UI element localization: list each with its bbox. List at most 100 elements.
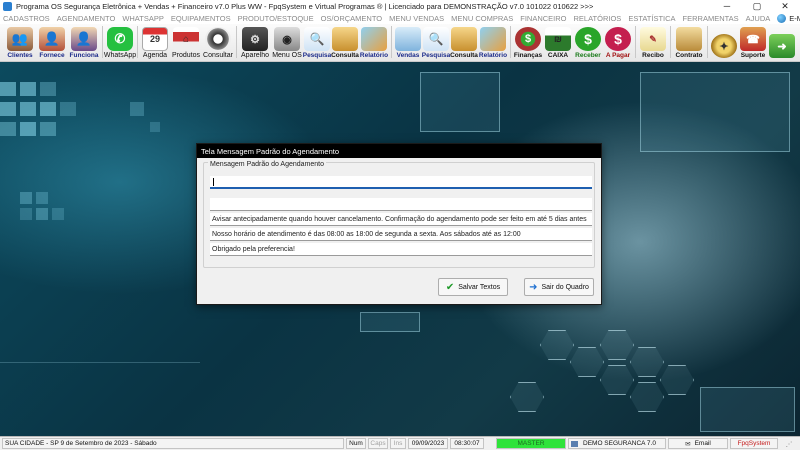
dollar-red-icon: $ bbox=[605, 27, 631, 51]
status-city-date: SUA CIDADE - SP 9 de Setembro de 2023 - … bbox=[2, 438, 344, 449]
status-master-badge: MASTER bbox=[496, 438, 566, 449]
toolbar-relatorio-vendas-button[interactable]: Relatório bbox=[478, 23, 508, 61]
toolbar-consultar-button[interactable]: Consultar bbox=[202, 23, 234, 61]
toolbar-fornece-button[interactable]: 👤 Fornece bbox=[36, 23, 68, 61]
bg-square bbox=[20, 122, 36, 136]
menu-email[interactable]: E-MAIL bbox=[777, 13, 800, 23]
whatsapp-icon: ✆ bbox=[107, 27, 133, 51]
toolbar-financas-button[interactable]: $ Finanças bbox=[513, 23, 543, 61]
toolbar-label: Relatório bbox=[478, 52, 508, 59]
report-icon bbox=[361, 27, 387, 51]
toolbar-contrato-button[interactable]: Contrato bbox=[673, 23, 705, 61]
toolbar-relatorio-os-button[interactable]: Relatório bbox=[359, 23, 389, 61]
menu-financeiro[interactable]: FINANCEIRO bbox=[520, 14, 566, 23]
bg-square bbox=[20, 208, 32, 220]
menu-estatistica[interactable]: ESTATÍSTICA bbox=[628, 14, 675, 23]
toolbar-label: WhatsApp bbox=[103, 52, 137, 59]
toolbar-produtos-button[interactable]: ⌂ Produtos bbox=[170, 23, 202, 61]
title-bar: Programa OS Segurança Eletrônica + Venda… bbox=[0, 0, 800, 12]
bg-square bbox=[40, 122, 56, 136]
toolbar-recibo-button[interactable]: ✎ Recibo bbox=[638, 23, 668, 61]
toolbar-tools-button[interactable]: ✦ bbox=[710, 23, 738, 61]
toolbar-funciona-button[interactable]: 👤 Funciona bbox=[68, 23, 100, 61]
message-line-4[interactable]: Nosso horário de atendimento é das 08:00… bbox=[210, 228, 592, 241]
menu-whatsapp[interactable]: WHATSAPP bbox=[122, 14, 164, 23]
status-caps: Caps bbox=[368, 438, 388, 449]
toolbar-pesquisa-vendas-button[interactable]: 🔍 Pesquisa bbox=[422, 23, 450, 61]
save-texts-button[interactable]: ✔ Salvar Textos bbox=[438, 278, 508, 296]
exit-dialog-button[interactable]: ➜ Sair do Quadro bbox=[524, 278, 594, 296]
toolbar-label: Pesquisa bbox=[421, 52, 451, 59]
toolbar-a-pagar-button[interactable]: $ A Pagar bbox=[603, 23, 633, 61]
toolbar: 👥 Clientes 👤 Fornece 👤 Funciona ✆ WhatsA… bbox=[0, 24, 800, 62]
bg-hexagon bbox=[660, 365, 694, 395]
money-icon: $ bbox=[515, 27, 541, 51]
toolbar-agenda-button[interactable]: 29 Agenda bbox=[140, 23, 170, 61]
bg-square bbox=[52, 208, 64, 220]
status-num: Num bbox=[346, 438, 366, 449]
toolbar-clientes-button[interactable]: 👥 Clientes bbox=[4, 23, 36, 61]
maximize-button[interactable]: ▢ bbox=[742, 0, 772, 12]
message-line-1[interactable] bbox=[210, 176, 592, 189]
toolbar-consulta-os-button[interactable]: Consulta bbox=[331, 23, 359, 61]
menu-agendamento[interactable]: AGENDAMENTO bbox=[57, 14, 116, 23]
toolbar-label: Aparelho bbox=[240, 52, 270, 59]
status-date: 09/09/2023 bbox=[408, 438, 448, 449]
toolbar-label: CAIXA bbox=[547, 52, 569, 59]
bg-square bbox=[20, 192, 32, 204]
menu-produto-estoque[interactable]: PRODUTO/ESTOQUE bbox=[238, 14, 314, 23]
bg-square bbox=[150, 122, 160, 132]
toolbar-label: Finanças bbox=[513, 52, 543, 59]
menu-compras[interactable]: MENU COMPRAS bbox=[451, 14, 513, 23]
menu-os-orcamento[interactable]: OS/ORÇAMENTO bbox=[321, 14, 383, 23]
toolbar-label: Recibo bbox=[642, 52, 664, 59]
exit-arrow-icon: ➜ bbox=[529, 281, 538, 293]
menu-vendas[interactable]: MENU VENDAS bbox=[389, 14, 444, 23]
toolbar-consulta-vendas-button[interactable]: Consulta bbox=[450, 23, 478, 61]
menu-ajuda[interactable]: AJUDA bbox=[746, 14, 771, 23]
status-email-button[interactable]: ✉ Email bbox=[668, 438, 728, 449]
envelope-icon: ✉ bbox=[685, 440, 691, 448]
menu-ferramentas[interactable]: FERRAMENTAS bbox=[683, 14, 739, 23]
toolbar-aparelho-button[interactable]: ⚙ Aparelho bbox=[239, 23, 271, 61]
bg-hexagon bbox=[570, 347, 604, 377]
bg-hexagon bbox=[540, 330, 574, 360]
message-line-5[interactable]: Obrigado pela preferencia! bbox=[210, 243, 592, 256]
toolbar-separator bbox=[102, 26, 103, 58]
toolbar-receber-button[interactable]: $ Receber bbox=[573, 23, 603, 61]
toolbar-label: Consulta bbox=[331, 52, 359, 59]
toolbar-vendas-button[interactable]: Vendas bbox=[394, 23, 422, 61]
close-button[interactable]: ✕ bbox=[770, 0, 800, 12]
toolbar-whatsapp-button[interactable]: ✆ WhatsApp bbox=[103, 23, 137, 61]
toolbar-label: Menu OS bbox=[272, 52, 302, 59]
bg-hexagon bbox=[600, 365, 634, 395]
toolbar-exit-button[interactable]: ➜ bbox=[768, 23, 796, 61]
menu-relatorios[interactable]: RELATÓRIOS bbox=[574, 14, 622, 23]
bg-hud-panel bbox=[700, 387, 795, 432]
magnifier-icon: 🔍 bbox=[423, 27, 449, 51]
toolbar-separator bbox=[236, 26, 237, 58]
bg-hud-panel bbox=[360, 312, 420, 332]
menu-cadastros[interactable]: CADASTROS bbox=[3, 14, 50, 23]
toolbar-label: Vendas bbox=[396, 52, 420, 59]
toolbar-menu-os-button[interactable]: ◉ Menu OS bbox=[271, 23, 303, 61]
bg-hexagon bbox=[600, 330, 634, 360]
folder-icon bbox=[451, 27, 477, 51]
toolbar-label: Receber bbox=[575, 52, 601, 59]
resize-grip-icon[interactable]: ⋰ bbox=[780, 438, 798, 449]
minimize-button[interactable]: ─ bbox=[712, 0, 742, 12]
cash-register-icon: ₪ bbox=[545, 27, 571, 51]
toolbar-caixa-button[interactable]: ₪ CAIXA bbox=[543, 23, 573, 61]
toolbar-pesquisa-os-button[interactable]: 🔍 Pesquisa bbox=[303, 23, 331, 61]
toolbar-label: Relatório bbox=[359, 52, 389, 59]
toolbar-separator bbox=[391, 26, 392, 58]
folder-icon bbox=[332, 27, 358, 51]
status-time: 08:30:07 bbox=[450, 438, 484, 449]
camera-icon: ◉ bbox=[274, 27, 300, 51]
message-line-2[interactable] bbox=[210, 198, 592, 211]
menu-equipamentos[interactable]: EQUIPAMENTOS bbox=[171, 14, 231, 23]
toolbar-suporte-button[interactable]: ☎ Suporte bbox=[738, 23, 768, 61]
message-line-3[interactable]: Avisar antecipadamente quando houver can… bbox=[210, 213, 592, 226]
supplier-icon: 👤 bbox=[39, 27, 65, 51]
toolbar-separator bbox=[670, 26, 671, 58]
